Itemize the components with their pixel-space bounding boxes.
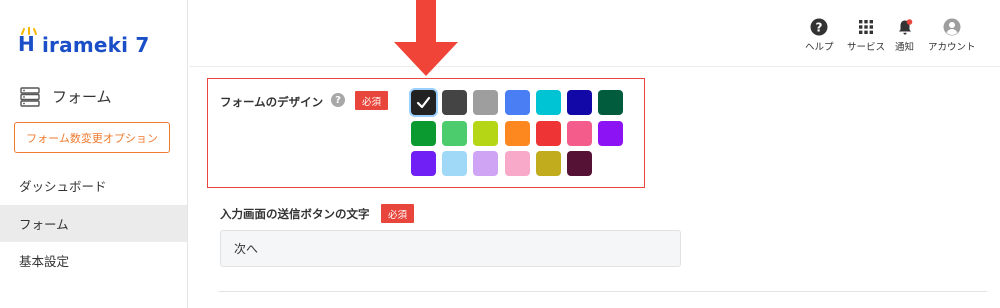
section-divider [219, 291, 987, 292]
form-design-help-icon[interactable]: ? [331, 93, 345, 107]
color-swatch[interactable] [442, 151, 468, 176]
color-swatch[interactable] [504, 90, 530, 115]
color-swatch[interactable] [442, 120, 468, 146]
color-swatch[interactable] [411, 90, 436, 115]
notifications-menu[interactable]: 通知 [895, 18, 914, 53]
color-swatch[interactable] [473, 90, 499, 115]
sidebar-section-title: フォーム [52, 88, 112, 106]
color-swatch[interactable] [504, 120, 530, 146]
sidebar-item-basic-settings[interactable]: 基本設定 [0, 242, 187, 279]
submit-button-text-input[interactable]: 次へ [220, 230, 681, 267]
bell-icon [898, 19, 912, 35]
submit-button-required-badge: 必須 [381, 204, 415, 223]
checkmark-icon [416, 96, 431, 109]
help-icon: ? [810, 18, 828, 36]
sidebar-item-dashboard[interactable]: ダッシュボード [0, 167, 187, 204]
color-swatch[interactable] [598, 120, 624, 146]
services-label: サービス [847, 42, 886, 53]
color-swatch[interactable] [411, 151, 436, 176]
color-swatch[interactable] [411, 120, 436, 146]
svg-text:?: ? [816, 21, 823, 35]
app-logo[interactable]: H irameki 7 [18, 27, 150, 62]
sidebar-section-header: フォーム [20, 86, 112, 107]
annotation-arrow [394, 0, 458, 76]
color-swatch[interactable] [535, 120, 561, 146]
form-design-label: フォームのデザイン [220, 95, 324, 109]
color-swatch[interactable] [504, 151, 530, 176]
logo-mark: H [18, 27, 40, 56]
logo-letter: H [18, 32, 35, 56]
color-swatch[interactable] [473, 120, 499, 146]
color-swatch[interactable] [535, 90, 561, 115]
color-swatch[interactable] [473, 151, 499, 176]
help-menu[interactable]: ? ヘルプ [805, 18, 834, 53]
color-swatch[interactable] [567, 151, 592, 176]
sidebar-item-form[interactable]: フォーム [0, 205, 187, 242]
form-design-required-badge: 必須 [355, 91, 389, 110]
help-label: ヘルプ [805, 42, 834, 53]
color-swatch[interactable] [567, 90, 592, 115]
submit-button-text-label: 入力画面の送信ボタンの文字 [220, 207, 370, 221]
logo-text: irameki 7 [42, 33, 150, 57]
color-swatch[interactable] [567, 120, 592, 146]
server-icon [20, 86, 40, 107]
account-label: アカウント [928, 42, 976, 53]
color-swatch[interactable] [442, 90, 468, 115]
services-menu[interactable]: サービス [847, 18, 885, 53]
account-menu[interactable]: アカウント [928, 18, 976, 53]
grid-icon [859, 20, 873, 34]
notifications-label: 通知 [895, 42, 915, 53]
sidebar: H irameki 7 フォーム フォーム数変更オプション ダッシュボード フォ… [0, 0, 188, 308]
color-swatch[interactable] [535, 151, 561, 176]
color-swatch[interactable] [598, 90, 624, 115]
form-count-option-button[interactable]: フォーム数変更オプション [14, 122, 170, 153]
account-icon [943, 18, 961, 36]
